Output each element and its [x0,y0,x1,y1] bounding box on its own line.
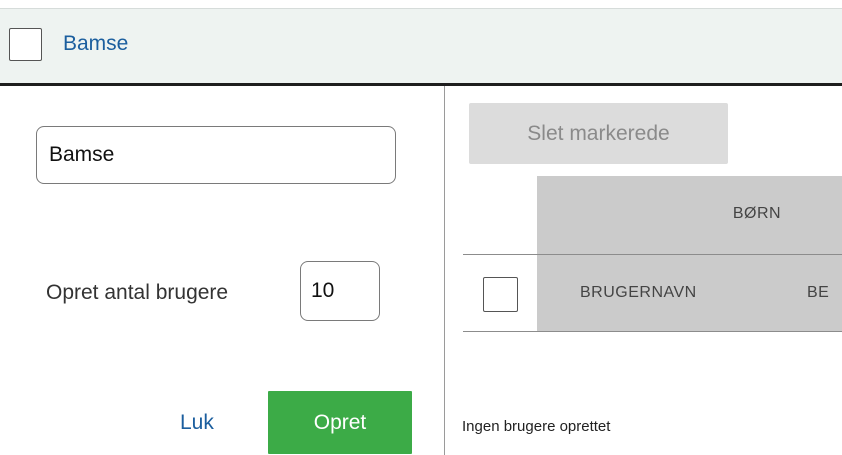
create-button[interactable]: Opret [268,391,412,454]
header-title[interactable]: Bamse [63,30,128,58]
user-count-label: Opret antal brugere [46,281,229,304]
group-name-input[interactable] [36,126,396,184]
table-header-bottom-rule [463,331,842,332]
column-header-username[interactable]: BRUGERNAVN [580,283,697,303]
column-header-next[interactable]: BE [807,283,829,303]
empty-state-message: Ingen brugere oprettet [462,418,611,435]
header-checkbox[interactable] [9,28,42,61]
select-all-checkbox[interactable] [483,277,518,312]
user-count-input[interactable] [300,261,380,321]
close-link[interactable]: Luk [180,410,214,436]
table-header-rule [463,254,842,255]
header-divider [0,83,842,86]
panel-divider [444,86,445,455]
top-strip [0,0,842,8]
delete-selected-button[interactable]: Slet markerede [469,103,728,164]
column-group-header: BØRN [732,205,782,222]
